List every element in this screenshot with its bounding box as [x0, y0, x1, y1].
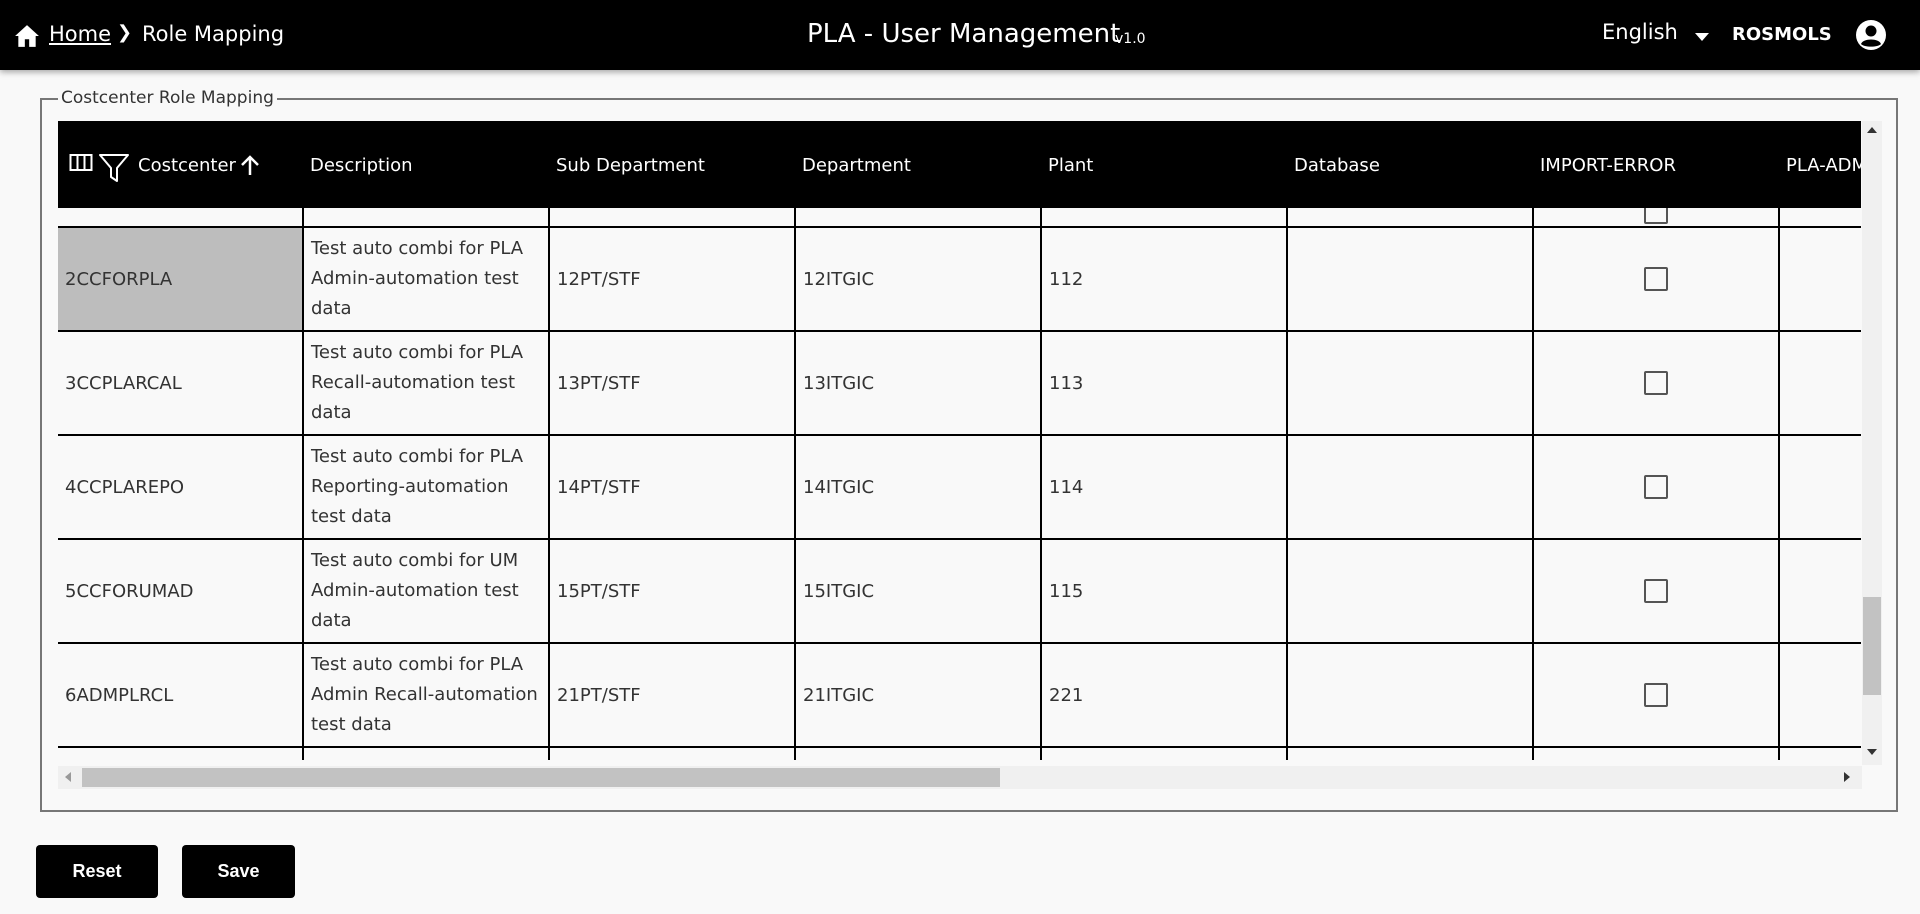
column-header-sub-department[interactable]: Sub Department — [556, 155, 705, 176]
grid-body: 2CCFORPLA Test auto combi for PLA Admin-… — [58, 121, 1861, 760]
app-header: Home ❯ Role Mapping PLA - User Managemen… — [0, 0, 1920, 70]
horizontal-scrollbar-thumb[interactable] — [82, 768, 1000, 787]
import-error-cell — [1534, 540, 1780, 642]
column-header-description[interactable]: Description — [310, 155, 413, 176]
database-cell — [1288, 228, 1534, 330]
plant-cell: 221 — [1042, 644, 1288, 746]
breadcrumb-home-link[interactable]: Home — [49, 22, 111, 46]
scroll-right-arrow-icon[interactable] — [1843, 771, 1851, 783]
save-button[interactable]: Save — [182, 845, 295, 898]
column-header-costcenter[interactable]: Costcenter — [138, 155, 236, 176]
reset-button[interactable]: Reset — [36, 845, 158, 898]
pla-adm-cell — [1780, 436, 1861, 538]
columns-icon[interactable] — [69, 153, 93, 173]
column-header-pla-adm[interactable]: PLA-ADM — [1786, 155, 1861, 176]
costcenter-cell[interactable]: 4CCPLAREPO — [58, 436, 304, 538]
description-cell: Test auto combi for Recall — [304, 748, 550, 760]
costcenter-cell[interactable]: 3CCPLARCAL — [58, 332, 304, 434]
filter-icon[interactable] — [98, 152, 130, 184]
import-error-checkbox[interactable] — [1644, 267, 1668, 291]
department-cell: 12ITGIC — [796, 228, 1042, 330]
import-error-checkbox[interactable] — [1644, 475, 1668, 499]
breadcrumb-separator: ❯ — [117, 22, 133, 43]
description-cell: Test auto combi for PLA Reporting-automa… — [304, 436, 550, 538]
plant-cell: 115 — [1042, 540, 1288, 642]
sub-department-cell: 12PT/STF — [550, 228, 796, 330]
scroll-up-arrow-icon[interactable] — [1866, 126, 1878, 134]
import-error-cell — [1534, 436, 1780, 538]
pla-adm-cell — [1780, 644, 1861, 746]
role-mapping-grid: 2CCFORPLA Test auto combi for PLA Admin-… — [58, 121, 1861, 760]
caret-down-icon[interactable] — [1694, 32, 1710, 42]
username-label: ROSMOLS — [1732, 24, 1832, 45]
description-cell: Test auto combi for PLA Admin Recall-aut… — [304, 644, 550, 746]
pla-adm-cell — [1780, 228, 1861, 330]
app-title: PLA - User Management — [807, 19, 1121, 49]
description-cell: Test auto combi for UM Admin-automation … — [304, 540, 550, 642]
column-header-plant[interactable]: Plant — [1048, 155, 1093, 176]
pla-adm-cell — [1780, 332, 1861, 434]
import-error-cell — [1534, 332, 1780, 434]
import-error-cell — [1534, 228, 1780, 330]
table-row[interactable]: 5CCFORUMAD Test auto combi for UM Admin-… — [58, 540, 1861, 644]
language-select[interactable]: English — [1602, 20, 1678, 44]
sub-department-cell: 14PT/STF — [550, 436, 796, 538]
plant-cell: 114 — [1042, 436, 1288, 538]
database-cell — [1288, 436, 1534, 538]
table-row[interactable]: 2CCFORPLA Test auto combi for PLA Admin-… — [58, 228, 1861, 332]
pla-adm-cell — [1780, 540, 1861, 642]
description-cell: Test auto combi for PLA Admin-automation… — [304, 228, 550, 330]
department-cell: 14ITGIC — [796, 436, 1042, 538]
vertical-scrollbar-thumb[interactable] — [1863, 597, 1881, 695]
column-header-database[interactable]: Database — [1294, 155, 1380, 176]
column-header-department[interactable]: Department — [802, 155, 911, 176]
sub-department-cell: 13PT/STF — [550, 332, 796, 434]
department-cell: 13ITGIC — [796, 332, 1042, 434]
column-header-import-error[interactable]: IMPORT-ERROR — [1540, 155, 1676, 176]
database-cell — [1288, 644, 1534, 746]
import-error-checkbox[interactable] — [1644, 683, 1668, 707]
scroll-down-arrow-icon[interactable] — [1866, 748, 1878, 756]
home-icon[interactable] — [14, 24, 40, 48]
import-error-checkbox[interactable] — [1644, 371, 1668, 395]
table-row[interactable]: 4CCPLAREPO Test auto combi for PLA Repor… — [58, 436, 1861, 540]
database-cell — [1288, 540, 1534, 642]
grid-header: Costcenter Description Sub Department De… — [58, 121, 1861, 208]
costcenter-cell[interactable]: 2CCFORPLA — [58, 228, 304, 330]
sort-ascending-icon[interactable] — [240, 155, 260, 177]
import-error-cell — [1534, 644, 1780, 746]
costcenter-cell[interactable]: 6ADMPLRCL — [58, 644, 304, 746]
table-row[interactable]: 6ADMPLRCL Test auto combi for PLA Admin … — [58, 644, 1861, 748]
plant-cell: 113 — [1042, 332, 1288, 434]
sub-department-cell: 15PT/STF — [550, 540, 796, 642]
sub-department-cell: 21PT/STF — [550, 644, 796, 746]
plant-cell: 112 — [1042, 228, 1288, 330]
panel-legend: Costcenter Role Mapping — [58, 88, 277, 108]
database-cell — [1288, 332, 1534, 434]
import-error-checkbox[interactable] — [1644, 579, 1668, 603]
department-cell: 21ITGIC — [796, 644, 1042, 746]
costcenter-cell[interactable]: 5CCFORUMAD — [58, 540, 304, 642]
department-cell: 15ITGIC — [796, 540, 1042, 642]
account-circle-icon[interactable] — [1855, 19, 1887, 51]
app-version: v1.0 — [1115, 31, 1146, 47]
breadcrumb-current: Role Mapping — [142, 22, 285, 46]
table-row[interactable]: 3CCPLARCAL Test auto combi for PLA Recal… — [58, 332, 1861, 436]
scroll-left-arrow-icon[interactable] — [64, 771, 72, 783]
table-row: Test auto combi for Recall — [58, 748, 1861, 760]
description-cell: Test auto combi for PLA Recall-automatio… — [304, 332, 550, 434]
